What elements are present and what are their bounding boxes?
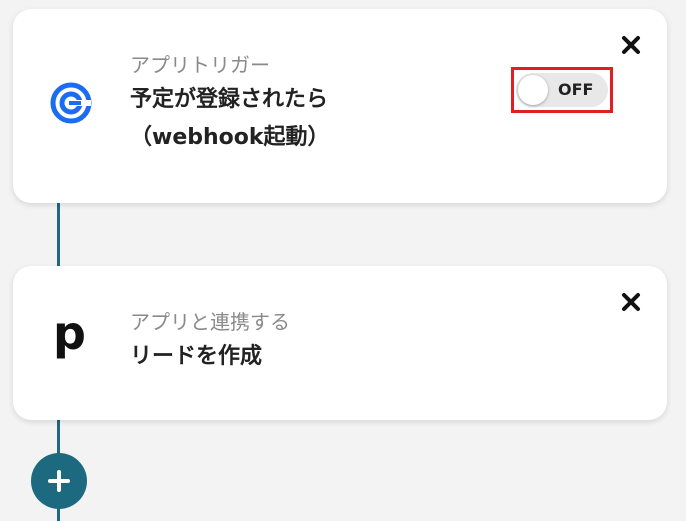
trigger-card[interactable]: アプリトリガー 予定が登録されたら （webhook起動） OFF bbox=[13, 9, 667, 203]
toggle-knob bbox=[518, 75, 548, 105]
flow-connector-top bbox=[57, 203, 60, 266]
close-icon bbox=[622, 36, 640, 54]
pipedrive-icon: p bbox=[53, 308, 86, 358]
calendly-icon bbox=[49, 81, 93, 129]
trigger-title-line2: （webhook起動） bbox=[130, 125, 330, 150]
plus-icon bbox=[48, 470, 70, 492]
trigger-close-button[interactable] bbox=[617, 31, 645, 59]
trigger-title: 予定が登録されたら （webhook起動） bbox=[130, 81, 330, 157]
trigger-title-line1: 予定が登録されたら bbox=[130, 87, 329, 112]
toggle-state-label: OFF bbox=[558, 80, 594, 99]
close-icon bbox=[622, 293, 640, 311]
pipedrive-letter: p bbox=[53, 306, 86, 360]
action-subtitle: アプリと連携する bbox=[130, 310, 290, 334]
trigger-subtitle: アプリトリガー bbox=[130, 53, 270, 77]
action-card[interactable]: p アプリと連携する リードを作成 bbox=[13, 266, 667, 420]
toggle-highlight-box: OFF bbox=[511, 67, 613, 113]
trigger-toggle[interactable]: OFF bbox=[516, 73, 608, 107]
add-step-button[interactable] bbox=[31, 453, 87, 509]
action-close-button[interactable] bbox=[617, 288, 645, 316]
action-title: リードを作成 bbox=[130, 344, 263, 369]
